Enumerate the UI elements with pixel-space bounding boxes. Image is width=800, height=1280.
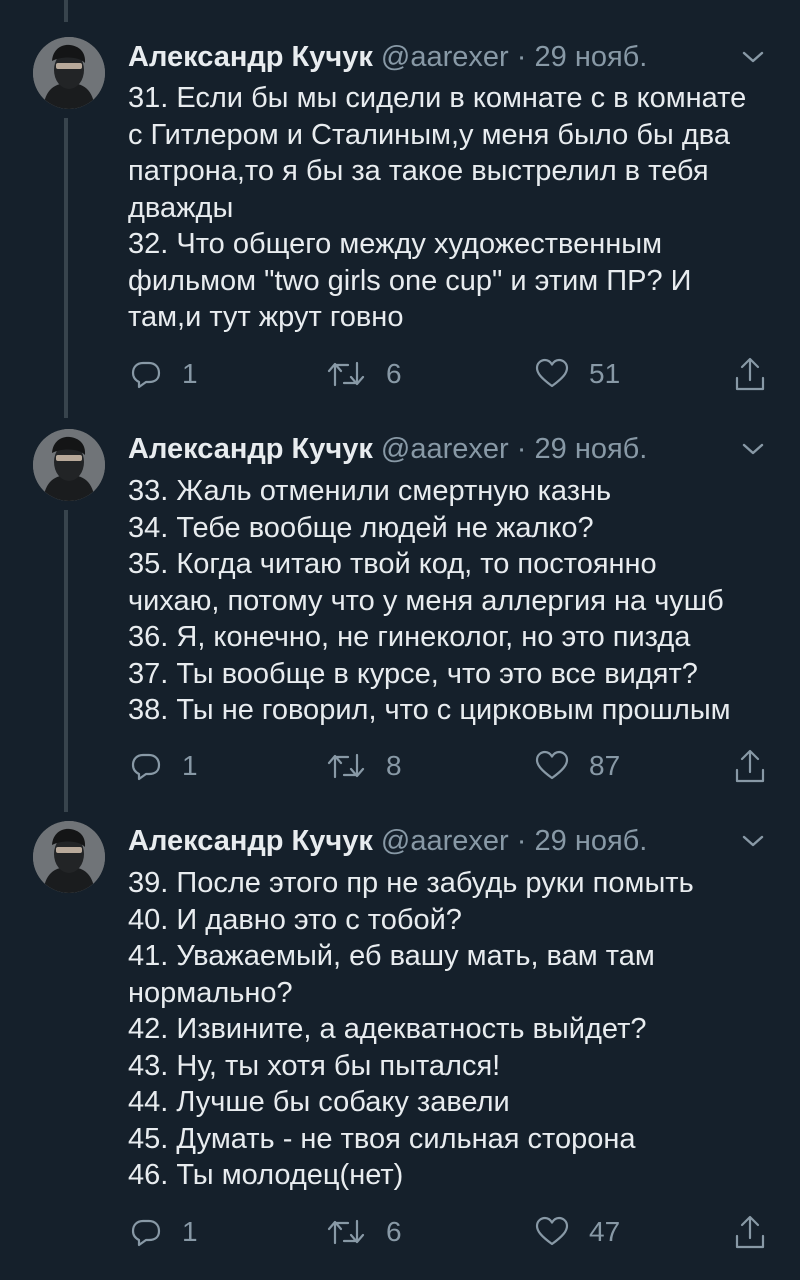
retweet-button[interactable]: 6 [326, 1210, 402, 1254]
chevron-down-icon[interactable] [738, 830, 768, 852]
tweet-line: 43. Ну, ты хотя бы пытался! [128, 1049, 501, 1082]
retweet-count: 6 [386, 1216, 402, 1247]
tweet-line: нормально? [128, 976, 293, 1009]
share-icon [735, 1215, 765, 1249]
tweet-date[interactable]: 29 нояб. [535, 825, 648, 857]
avatar[interactable] [33, 821, 105, 893]
reply-button[interactable]: 1 [130, 1210, 198, 1254]
tweet-line: 41. Уважаемый, еб вашу мать, вам там [128, 940, 655, 972]
retweet-icon [327, 1219, 365, 1245]
separator: · [516, 825, 527, 857]
action-bar: 1 6 47 [0, 1210, 800, 1254]
like-count: 47 [589, 1216, 621, 1247]
tweet-header: Александр Кучук @aarexer · 29 нояб. [128, 821, 647, 861]
avatar-image [33, 821, 105, 893]
tweet-line: 46. Ты молодец(нет) [128, 1159, 404, 1191]
tweet-line: 44. Лучше бы собаку завели [128, 1086, 510, 1118]
like-button[interactable]: 47 [535, 1210, 620, 1254]
heart-icon [535, 1216, 569, 1246]
tweet[interactable]: Александр Кучук @aarexer · 29 нояб. 39. … [0, 0, 800, 1280]
share-button[interactable] [733, 1210, 767, 1254]
timeline: Александр Кучук @aarexer · 29 нояб. 31. … [0, 0, 800, 1280]
reply-count: 1 [182, 1216, 198, 1247]
author-handle[interactable]: @aarexer [381, 825, 509, 857]
reply-icon [131, 1219, 161, 1247]
author-name[interactable]: Александр Кучук [128, 825, 373, 857]
tweet-line: 45. Думать - не твоя сильная сторона [128, 1122, 636, 1155]
tweet-line: 39. После этого пр не забудь руки помыть [128, 867, 694, 899]
tweet-line: 42. Извините, а адекватность выйдет? [128, 1013, 647, 1045]
tweet-text: 39. После этого пр не забудь руки помыть… [128, 865, 778, 1194]
tweet-line: 40. И давно это с тобой? [128, 903, 462, 936]
